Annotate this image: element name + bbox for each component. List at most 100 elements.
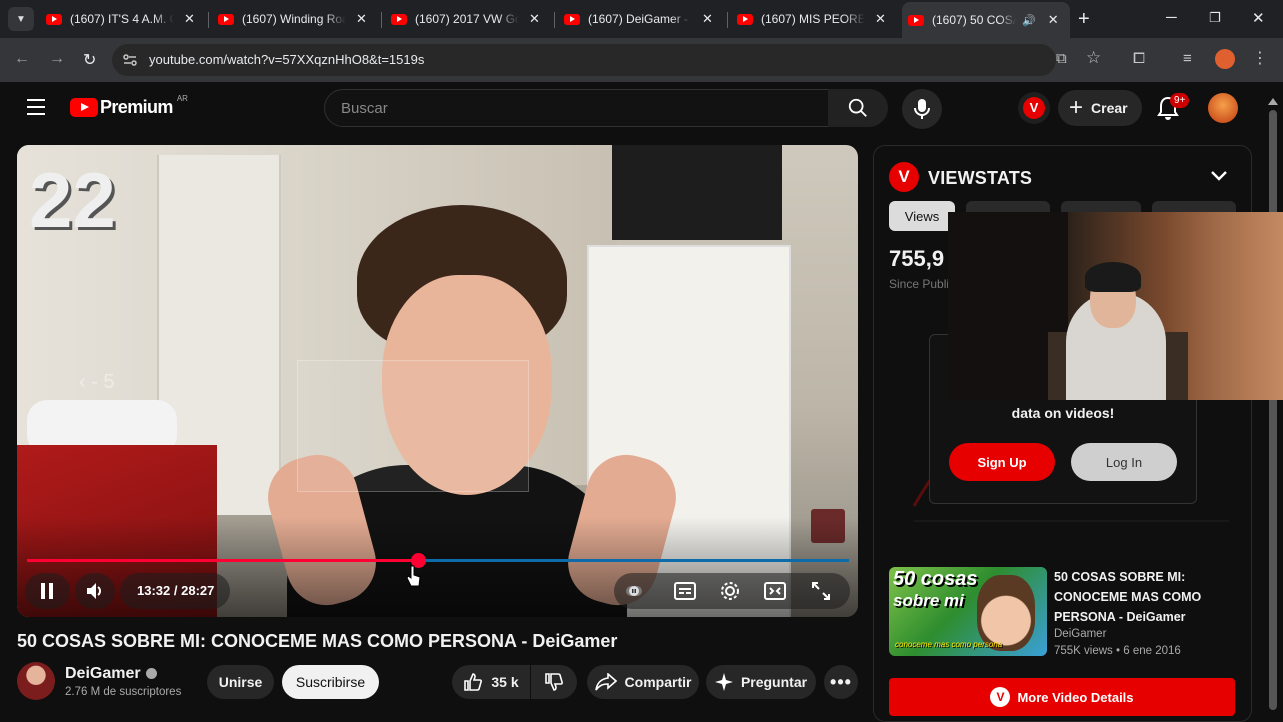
video-player[interactable]: 22 ‹ - 5 13:32 / 28:27	[17, 145, 858, 617]
browser-tab[interactable]: (1607) Winding Road ✕	[212, 4, 380, 34]
search-input[interactable]: Buscar	[324, 89, 830, 127]
thumbs-down-icon	[545, 673, 563, 691]
tab-title: (1607) IT'S 4 A.M. CO	[70, 12, 174, 26]
time-total: 28:27	[181, 583, 215, 598]
menu-icon[interactable]	[27, 99, 45, 120]
restore-icon[interactable]: ❐	[1209, 10, 1221, 26]
new-tab-button[interactable]: +	[1078, 9, 1090, 29]
chrome-menu-icon[interactable]: ⋮	[1252, 48, 1268, 68]
reload-icon[interactable]: ↻	[83, 50, 96, 70]
subscribe-label: Suscribirse	[295, 674, 366, 690]
like-button[interactable]: 35 k	[452, 665, 530, 699]
create-button[interactable]: + Crear	[1058, 90, 1142, 126]
chevron-down-icon[interactable]	[1210, 170, 1228, 182]
subscriber-count: 2.76 M de suscriptores	[65, 686, 182, 698]
related-video-thumbnail[interactable]: 50 cosas sobre mi conoceme mas como pers…	[889, 567, 1047, 656]
progress-bar[interactable]	[27, 553, 849, 568]
scroll-up-arrow[interactable]	[1268, 98, 1278, 105]
country-code: AR	[176, 94, 188, 103]
extensions-icon[interactable]: ⧠	[1133, 50, 1145, 67]
log-in-button[interactable]: Log In	[1071, 443, 1177, 481]
search-button[interactable]	[828, 89, 888, 127]
bookmark-star-icon[interactable]: ☆	[1086, 48, 1101, 68]
volume-icon	[87, 583, 101, 599]
tab-separator	[381, 12, 382, 28]
browser-tab-active[interactable]: (1607) 50 COSAS 🔊 ✕	[902, 2, 1070, 38]
share-button[interactable]: Compartir	[587, 665, 699, 699]
page-scrollbar[interactable]	[1269, 110, 1277, 710]
site-settings-icon[interactable]	[122, 52, 138, 68]
youtube-play-icon	[70, 98, 98, 117]
tab-close-icon[interactable]: ✕	[1048, 12, 1059, 28]
more-video-details-button[interactable]: V More Video Details	[889, 678, 1235, 716]
ask-label: Preguntar	[740, 674, 808, 690]
ask-button[interactable]: Preguntar	[706, 665, 816, 699]
viewstats-logo: V	[889, 162, 919, 192]
tab-title: (1607) 50 COSAS	[932, 13, 1016, 27]
browser-tab[interactable]: (1607) 2017 VW Golf ✕	[385, 4, 553, 34]
tab-separator	[554, 12, 555, 28]
browser-toolbar: ← → ↻ youtube.com/watch?v=57XXqznHhO8&t=…	[0, 38, 1283, 82]
seek-back-hint: ‹ - 5	[79, 371, 115, 393]
sign-up-button[interactable]: Sign Up	[949, 443, 1055, 481]
close-window-icon[interactable]: ✕	[1252, 9, 1265, 27]
tab-title: (1607) DeiGamer - Yo	[588, 12, 692, 26]
install-app-icon[interactable]: ⧉	[1056, 50, 1067, 67]
forward-icon[interactable]: →	[49, 50, 65, 68]
tab-title: (1607) MIS PEORES E	[761, 12, 865, 26]
join-button[interactable]: Unirse	[207, 665, 274, 699]
browser-tab[interactable]: (1607) DeiGamer - Yo ✕	[558, 4, 726, 34]
logo-word: Premium	[100, 97, 173, 117]
viewstats-extension-button[interactable]: V	[1018, 92, 1050, 124]
back-icon[interactable]: ←	[14, 50, 30, 68]
tab-views[interactable]: Views	[889, 201, 955, 231]
tab-search-dropdown[interactable]: ▼	[8, 7, 34, 31]
subscribe-button[interactable]: Suscribirse	[282, 665, 379, 699]
play-pause-button[interactable]	[25, 573, 70, 609]
fullscreen-icon[interactable]	[811, 581, 831, 601]
tab-close-icon[interactable]: ✕	[702, 11, 713, 27]
related-video-channel: DeiGamer	[1054, 628, 1107, 640]
webcam-overlay	[948, 212, 1283, 400]
subtitles-icon[interactable]	[674, 582, 696, 600]
profile-avatar[interactable]	[1215, 49, 1235, 69]
browser-tab[interactable]: (1607) IT'S 4 A.M. CO ✕	[40, 4, 205, 34]
settings-gear-icon[interactable]	[719, 580, 741, 602]
media-control-icon[interactable]: ≡	[1183, 50, 1192, 67]
youtube-favicon-icon	[908, 14, 924, 26]
theater-mode-icon[interactable]	[764, 582, 786, 600]
autoplay-toggle-icon[interactable]	[624, 581, 644, 601]
url-text: youtube.com/watch?v=57XXqznHhO8&t=1519s	[149, 52, 425, 67]
sign-up-label: Sign Up	[977, 454, 1027, 470]
time-display-text: 13:32 / 28:27	[137, 583, 215, 598]
related-video-title[interactable]: 50 COSAS SOBRE MI: CONOCEME MAS COMO PER…	[1054, 567, 1234, 627]
more-video-details-label: More Video Details	[1017, 689, 1134, 705]
like-count: 35 k	[491, 674, 519, 690]
volume-button[interactable]	[75, 573, 115, 609]
youtube-premium-logo[interactable]: Premium AR	[70, 94, 188, 118]
modal-text: data on videos!	[1011, 405, 1115, 421]
address-bar[interactable]: youtube.com/watch?v=57XXqznHhO8&t=1519s	[112, 44, 1056, 76]
tab-close-icon[interactable]: ✕	[875, 11, 886, 27]
create-label: Crear	[1091, 100, 1128, 116]
tab-close-icon[interactable]: ✕	[356, 11, 367, 27]
channel-name[interactable]: DeiGamer	[65, 665, 157, 683]
pause-icon	[41, 583, 53, 599]
tab-title: (1607) Winding Road	[242, 12, 346, 26]
account-avatar[interactable]	[1208, 93, 1238, 123]
notification-count-badge: 9+	[1170, 93, 1190, 108]
tab-close-icon[interactable]: ✕	[529, 11, 540, 27]
browser-tab[interactable]: (1607) MIS PEORES E ✕	[731, 4, 899, 34]
speaker-icon[interactable]: 🔊	[1022, 14, 1036, 27]
dislike-button[interactable]	[531, 665, 577, 699]
verified-badge-icon	[145, 668, 157, 679]
channel-avatar[interactable]	[17, 662, 55, 700]
voice-search-button[interactable]	[902, 89, 942, 129]
tab-close-icon[interactable]: ✕	[184, 11, 195, 27]
minimize-icon[interactable]: ─	[1166, 9, 1177, 26]
related-video-meta: 755K views • 6 ene 2016	[1054, 645, 1181, 657]
more-actions-button[interactable]: •••	[824, 665, 858, 699]
thumbnail-text-line1: 50 cosas	[893, 568, 978, 590]
viewstats-icon: V	[1023, 97, 1045, 119]
sparkle-icon	[714, 673, 733, 691]
